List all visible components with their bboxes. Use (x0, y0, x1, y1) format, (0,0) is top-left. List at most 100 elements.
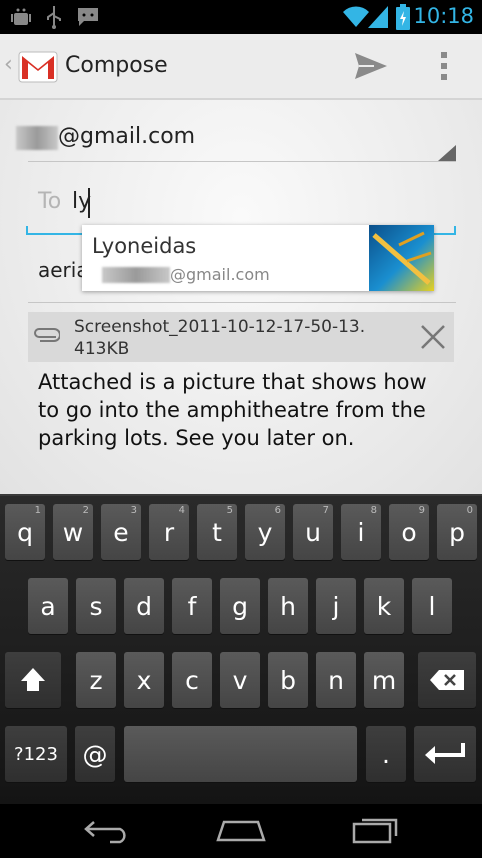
key-n-label: n (328, 665, 344, 695)
key-w-label: w (62, 517, 84, 547)
usb-icon (44, 5, 64, 33)
enter-icon (425, 743, 465, 764)
overflow-menu-icon[interactable] (438, 50, 450, 86)
key-e-label: e (113, 517, 129, 547)
key-r-label: r (163, 517, 175, 547)
key-t[interactable]: t5 (197, 504, 237, 560)
backspace-icon (430, 670, 464, 690)
key-g[interactable]: g (220, 578, 260, 634)
key-v[interactable]: v (220, 652, 260, 708)
at-key-label: @ (82, 739, 108, 769)
key-u-label: u (305, 517, 321, 547)
message-body[interactable]: Attached is a picture that shows how to … (38, 368, 438, 452)
key-p-label: p (449, 517, 465, 547)
home-nav-icon[interactable] (216, 818, 266, 848)
key-z-label: z (89, 665, 103, 695)
gmail-logo-icon[interactable] (18, 48, 58, 88)
key-q[interactable]: q1 (5, 504, 45, 560)
key-h[interactable]: h (268, 578, 308, 634)
key-p-hint: 0 (466, 505, 473, 516)
key-o-label: o (401, 517, 417, 547)
suggestion-email: @gmail.com (170, 265, 270, 284)
key-f-label: f (187, 591, 197, 621)
key-z[interactable]: z (76, 652, 116, 708)
back-chevron-icon[interactable]: ‹ (4, 52, 13, 77)
android-debug-icon (10, 5, 32, 33)
key-k[interactable]: k (364, 578, 404, 634)
key-i[interactable]: i8 (341, 504, 381, 560)
delete-key[interactable] (418, 652, 476, 708)
key-r[interactable]: r4 (149, 504, 189, 560)
key-w-hint: 2 (82, 505, 89, 516)
attachment-card: Screenshot_2011-10-12-17-50-13. 413KB (28, 312, 454, 362)
key-y[interactable]: y6 (245, 504, 285, 560)
key-c[interactable]: c (172, 652, 212, 708)
key-t-label: t (212, 517, 222, 547)
to-label: To (38, 189, 62, 214)
key-k-label: k (376, 591, 392, 621)
symbols-key[interactable]: ?123 (5, 726, 67, 782)
remove-attachment-icon[interactable] (420, 324, 446, 354)
key-g-label: g (232, 591, 248, 621)
enter-key[interactable] (414, 726, 476, 782)
key-r-hint: 4 (178, 505, 185, 516)
key-w[interactable]: w2 (53, 504, 93, 560)
key-o[interactable]: o9 (389, 504, 429, 560)
key-f[interactable]: f (172, 578, 212, 634)
period-key[interactable]: . (366, 726, 406, 782)
symbols-key-label: ?123 (14, 743, 58, 765)
key-i-label: i (357, 517, 365, 547)
period-key-label: . (382, 739, 390, 769)
at-key[interactable]: @ (75, 726, 115, 782)
key-a[interactable]: a (28, 578, 68, 634)
key-b-label: b (280, 665, 296, 695)
key-d[interactable]: d (124, 578, 164, 634)
status-clock: 10:18 (413, 4, 474, 28)
key-b[interactable]: b (268, 652, 308, 708)
to-focus-left-tick (26, 226, 28, 234)
key-y-hint: 6 (274, 505, 281, 516)
key-p[interactable]: p0 (437, 504, 477, 560)
key-m[interactable]: m (364, 652, 404, 708)
send-icon[interactable] (354, 51, 388, 85)
key-d-label: d (136, 591, 152, 621)
subject-underline (28, 302, 456, 303)
dropdown-corner-icon[interactable] (438, 145, 456, 165)
key-i-hint: 8 (370, 505, 377, 516)
back-nav-icon[interactable] (84, 818, 130, 848)
paperclip-icon (32, 327, 61, 351)
key-c-label: c (185, 665, 199, 695)
attachment-info: Screenshot_2011-10-12-17-50-13. 413KB (74, 316, 404, 360)
contact-photo (369, 225, 434, 291)
key-j-label: j (332, 591, 340, 621)
key-q-label: q (17, 517, 33, 547)
key-x[interactable]: x (124, 652, 164, 708)
shift-icon (21, 668, 45, 691)
to-focus-right-tick (454, 226, 456, 234)
key-s-label: s (89, 591, 103, 621)
contact-suggestion[interactable]: Lyoneidas @gmail.com (82, 225, 434, 291)
key-u[interactable]: u7 (293, 504, 333, 560)
key-u-hint: 7 (322, 505, 329, 516)
key-n[interactable]: n (316, 652, 356, 708)
from-account[interactable]: @gmail.com (58, 124, 195, 149)
recent-apps-nav-icon[interactable] (352, 814, 400, 848)
key-s[interactable]: s (76, 578, 116, 634)
status-bar: 10:18 (0, 0, 482, 34)
key-x-label: x (136, 665, 152, 695)
key-v-label: v (232, 665, 248, 695)
key-j[interactable]: j (316, 578, 356, 634)
action-bar-title: Compose (65, 53, 168, 78)
space-key[interactable] (124, 726, 357, 782)
key-l[interactable]: l (412, 578, 452, 634)
key-e[interactable]: e3 (101, 504, 141, 560)
redacted-suggestion-user (102, 267, 170, 283)
key-y-label: y (257, 517, 273, 547)
redacted-from-user (16, 126, 58, 150)
suggestion-name: Lyoneidas (92, 234, 197, 258)
wifi-icon (343, 6, 369, 32)
shift-key[interactable] (5, 652, 61, 708)
key-q-hint: 1 (34, 505, 41, 516)
navigation-bar (0, 804, 482, 858)
key-l-label: l (428, 591, 436, 621)
